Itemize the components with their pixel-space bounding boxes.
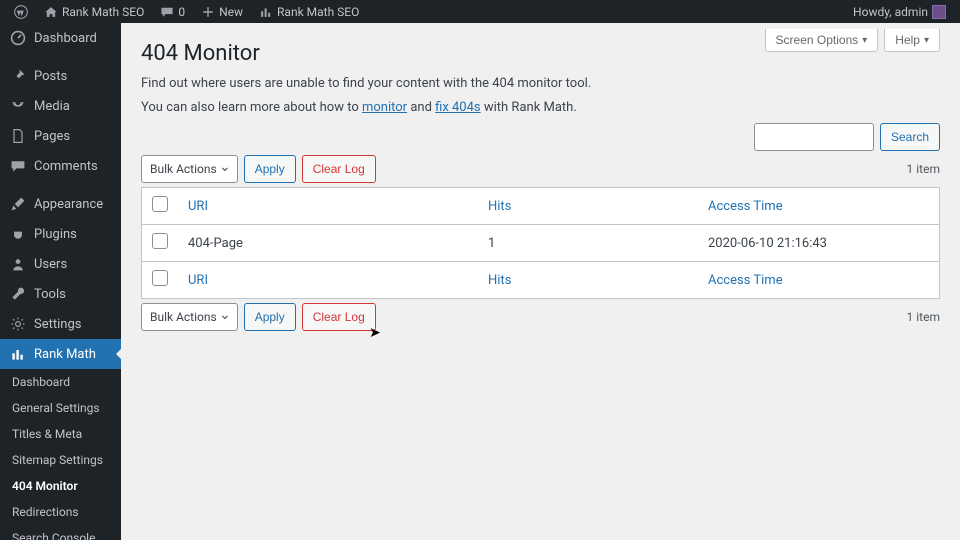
sidebar-item-posts[interactable]: Posts (0, 61, 121, 91)
sidebar-item-plugins[interactable]: Plugins (0, 219, 121, 249)
sub-sitemap[interactable]: Sitemap Settings (0, 447, 121, 473)
cell-uri: 404-Page (178, 225, 478, 262)
avatar (932, 5, 946, 19)
col-access[interactable]: Access Time (708, 199, 783, 214)
comment-icon (160, 5, 174, 19)
sidebar-label: Comments (34, 159, 98, 174)
bulk-actions-select-bottom[interactable]: Bulk Actions (141, 303, 238, 331)
site-name: Rank Math SEO (62, 5, 144, 19)
sidebar-item-tools[interactable]: Tools (0, 279, 121, 309)
screen-options-button[interactable]: Screen Options (765, 29, 879, 52)
intro-text: You can also learn more about how to (141, 100, 362, 115)
sidebar-label: Users (34, 257, 67, 272)
brush-icon (10, 196, 26, 212)
sidebar-label: Posts (34, 69, 67, 84)
apply-button-top[interactable]: Apply (244, 155, 296, 183)
rankmath-label: Rank Math SEO (277, 5, 359, 19)
sub-redirections[interactable]: Redirections (0, 499, 121, 525)
sidebar-label: Tools (34, 287, 66, 302)
help-button[interactable]: Help (884, 29, 940, 52)
home-icon (44, 5, 58, 19)
plus-icon (201, 5, 215, 19)
bulk-actions-select-top[interactable]: Bulk Actions (141, 155, 238, 183)
bulk-label: Bulk Actions (150, 310, 217, 324)
sidebar-item-comments[interactable]: Comments (0, 151, 121, 181)
screen-options-label: Screen Options (776, 33, 859, 47)
wp-logo[interactable] (6, 0, 36, 23)
page-icon (10, 128, 26, 144)
search-button[interactable]: Search (880, 123, 940, 151)
bulk-label: Bulk Actions (150, 162, 217, 176)
intro-text: with Rank Math. (481, 100, 577, 115)
comments-count: 0 (178, 5, 185, 19)
wordpress-icon (14, 5, 28, 19)
rankmath-link[interactable]: Rank Math SEO (251, 0, 367, 23)
new-link[interactable]: New (193, 0, 251, 23)
row-checkbox[interactable] (152, 233, 168, 249)
sidebar-item-rankmath[interactable]: Rank Math (0, 339, 121, 369)
sidebar-item-settings[interactable]: Settings (0, 309, 121, 339)
user-icon (10, 256, 26, 272)
sidebar-item-dashboard[interactable]: Dashboard (0, 23, 121, 53)
sidebar-label: Plugins (34, 227, 77, 242)
new-label: New (219, 5, 243, 19)
sidebar-item-appearance[interactable]: Appearance (0, 189, 121, 219)
fix404-link[interactable]: fix 404s (435, 100, 481, 115)
wrench-icon (10, 286, 26, 302)
sidebar-label: Dashboard (34, 31, 97, 46)
site-link[interactable]: Rank Math SEO (36, 0, 152, 23)
item-count-bottom: 1 item (907, 310, 940, 324)
admin-sidebar: Dashboard Posts Media Pages Comments App… (0, 23, 121, 540)
sidebar-label: Media (34, 99, 70, 114)
clear-log-button-bottom[interactable]: Clear Log (302, 303, 376, 331)
clear-log-button-top[interactable]: Clear Log (302, 155, 376, 183)
sidebar-label: Rank Math (34, 347, 96, 362)
comments-link[interactable]: 0 (152, 0, 193, 23)
intro-line-2: You can also learn more about how to mon… (141, 98, 940, 118)
sub-search-console[interactable]: Search Console (0, 525, 121, 540)
pin-icon (10, 68, 26, 84)
sub-404[interactable]: 404 Monitor (0, 473, 121, 499)
howdy-text: Howdy, admin (853, 5, 928, 19)
admin-bar: Rank Math SEO 0 New Rank Math SEO Howdy,… (0, 0, 960, 23)
howdy-link[interactable]: Howdy, admin (845, 0, 954, 23)
chart-icon (259, 5, 273, 19)
media-icon (10, 98, 26, 114)
col-uri[interactable]: URI (188, 199, 208, 214)
content-area: Screen Options Help 404 Monitor Find out… (121, 23, 960, 540)
search-input[interactable] (754, 123, 874, 151)
sub-general[interactable]: General Settings (0, 395, 121, 421)
monitor-link[interactable]: monitor (362, 100, 407, 115)
sub-dashboard[interactable]: Dashboard (0, 369, 121, 395)
dashboard-icon (10, 30, 26, 46)
cell-hits: 1 (478, 225, 698, 262)
col-access-bottom[interactable]: Access Time (708, 273, 783, 288)
sub-titles[interactable]: Titles & Meta (0, 421, 121, 447)
gear-icon (10, 316, 26, 332)
apply-button-bottom[interactable]: Apply (244, 303, 296, 331)
monitor-table: URI Hits Access Time 404-Page 1 2020-06-… (141, 187, 940, 299)
intro-line-1: Find out where users are unable to find … (141, 74, 940, 94)
select-all-checkbox-top[interactable] (152, 196, 168, 212)
sidebar-item-media[interactable]: Media (0, 91, 121, 121)
sidebar-label: Settings (34, 317, 81, 332)
col-hits-bottom[interactable]: Hits (488, 273, 511, 288)
col-uri-bottom[interactable]: URI (188, 273, 208, 288)
col-hits[interactable]: Hits (488, 199, 511, 214)
comment-icon (10, 158, 26, 174)
chart-icon (10, 346, 26, 362)
sidebar-item-users[interactable]: Users (0, 249, 121, 279)
cell-access: 2020-06-10 21:16:43 (698, 225, 940, 262)
item-count-top: 1 item (907, 162, 940, 176)
select-all-checkbox-bottom[interactable] (152, 270, 168, 286)
rankmath-submenu: Dashboard General Settings Titles & Meta… (0, 369, 121, 540)
plug-icon (10, 226, 26, 242)
help-label: Help (895, 33, 920, 47)
sidebar-item-pages[interactable]: Pages (0, 121, 121, 151)
sidebar-label: Appearance (34, 197, 103, 212)
sidebar-label: Pages (34, 129, 70, 144)
table-row: 404-Page 1 2020-06-10 21:16:43 (142, 225, 940, 262)
intro-text: and (407, 100, 435, 115)
